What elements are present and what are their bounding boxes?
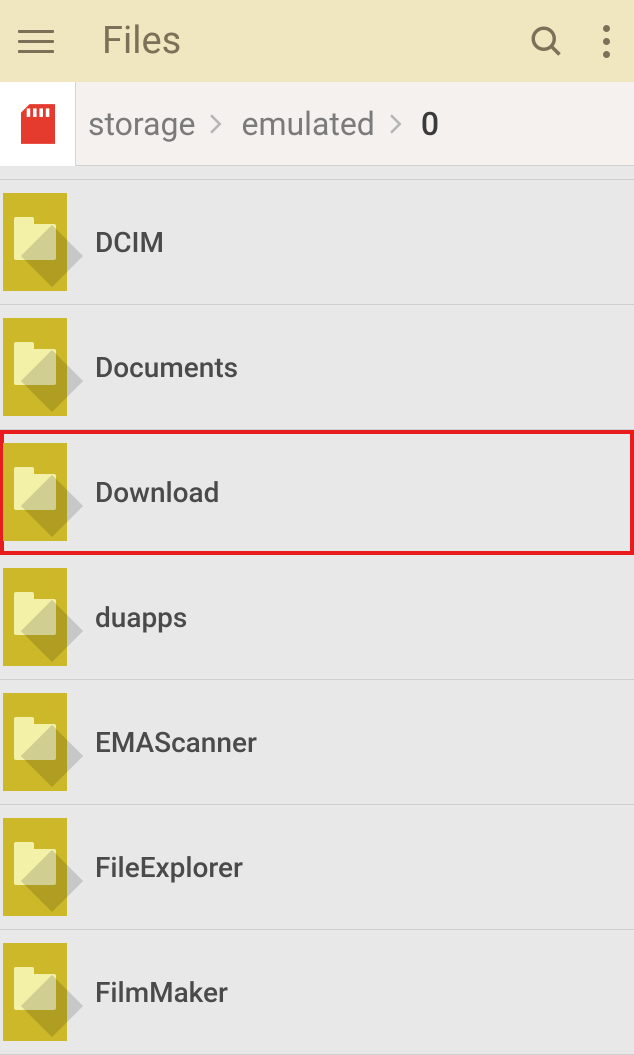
- folder-name: DCIM: [95, 226, 164, 259]
- folder-name: FilmMaker: [95, 976, 228, 1009]
- folder-icon: [3, 193, 67, 291]
- app-header: Files: [0, 0, 634, 82]
- chevron-right-icon: [389, 115, 407, 133]
- breadcrumb: storage emulated 0: [76, 105, 439, 143]
- menu-icon[interactable]: [18, 23, 54, 59]
- folder-name: duapps: [95, 601, 187, 634]
- list-item[interactable]: FileExplorer: [0, 805, 634, 930]
- more-vert-icon[interactable]: [596, 23, 616, 59]
- folder-name: Download: [95, 476, 219, 509]
- list-item-partial: [0, 166, 634, 180]
- list-item[interactable]: Documents: [0, 305, 634, 430]
- folder-name: EMAScanner: [95, 726, 257, 759]
- folder-icon: [3, 318, 67, 416]
- sd-card-icon: [21, 104, 55, 144]
- folder-name: Documents: [95, 351, 238, 384]
- list-item[interactable]: EMAScanner: [0, 680, 634, 805]
- breadcrumb-current[interactable]: 0: [421, 105, 439, 143]
- list-item[interactable]: DCIM: [0, 180, 634, 305]
- breadcrumb-bar: storage emulated 0: [0, 82, 634, 166]
- folder-icon: [3, 568, 67, 666]
- folder-icon: [3, 818, 67, 916]
- search-icon[interactable]: [528, 23, 564, 59]
- storage-tab[interactable]: [0, 82, 76, 166]
- folder-name: FileExplorer: [95, 851, 243, 884]
- list-item[interactable]: FilmMaker: [0, 930, 634, 1055]
- files-list: DCIM Documents Download duapps EMAScanner Fil…: [0, 166, 634, 1055]
- list-item[interactable]: Download: [0, 430, 634, 555]
- list-item[interactable]: duapps: [0, 555, 634, 680]
- folder-icon: [3, 693, 67, 791]
- folder-icon: [3, 943, 67, 1041]
- breadcrumb-segment-1[interactable]: emulated: [241, 105, 374, 143]
- chevron-right-icon: [209, 115, 227, 133]
- app-title: Files: [102, 19, 528, 63]
- folder-icon: [3, 443, 67, 541]
- breadcrumb-segment-0[interactable]: storage: [88, 105, 195, 143]
